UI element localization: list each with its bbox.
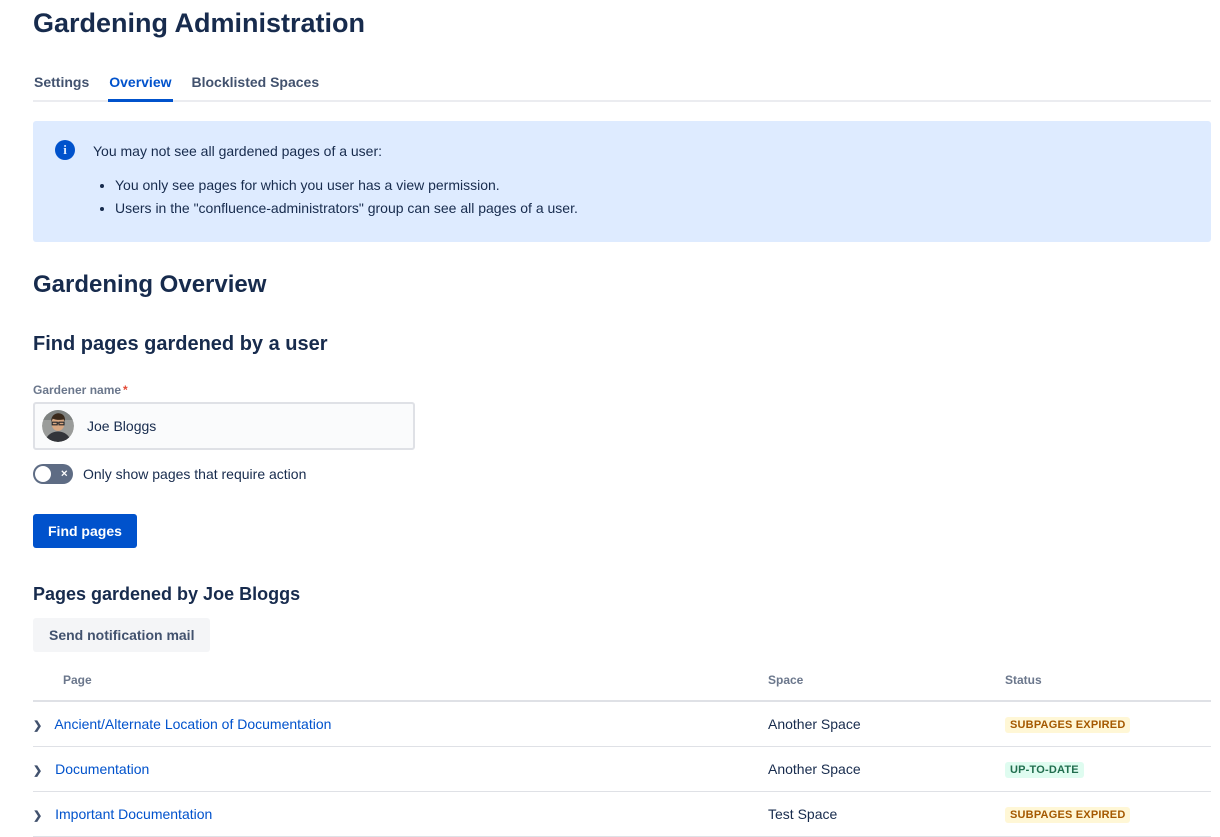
table-row: ❯ Documentation Another Space UP-TO-DATE (33, 746, 1211, 791)
required-asterisk: * (123, 383, 128, 397)
gardened-pages-table: Page Space Status ❯ Ancient/Alternate Lo… (33, 659, 1211, 837)
gardener-name-field[interactable]: Joe Bloggs (33, 402, 415, 450)
table-row: ❯ Important Documentation Test Space SUB… (33, 791, 1211, 836)
expand-chevron-icon[interactable]: ❯ (33, 719, 42, 732)
toggle-knob (35, 466, 51, 482)
require-action-toggle-label: Only show pages that require action (83, 466, 306, 482)
banner-bullet: You only see pages for which you user ha… (115, 175, 578, 195)
expand-chevron-icon[interactable]: ❯ (33, 764, 42, 777)
gardener-name-label-text: Gardener name (33, 383, 121, 397)
toggle-off-icon: ✕ (60, 470, 68, 479)
send-notification-mail-button[interactable]: Send notification mail (33, 618, 210, 652)
info-banner: i You may not see all gardened pages of … (33, 121, 1211, 242)
find-pages-heading: Find pages gardened by a user (33, 333, 1211, 356)
overview-heading: Gardening Overview (33, 271, 1211, 299)
banner-intro: You may not see all gardened pages of a … (93, 141, 578, 161)
require-action-toggle[interactable]: ✕ (33, 464, 73, 484)
column-header-status: Status (1005, 659, 1211, 701)
page-link[interactable]: Ancient/Alternate Location of Documentat… (54, 716, 331, 732)
banner-bullet-list: You only see pages for which you user ha… (93, 175, 578, 218)
gardening-admin-page: Gardening Administration Settings Overvi… (0, 0, 1220, 837)
info-banner-body: You may not see all gardened pages of a … (93, 140, 578, 221)
column-header-space: Space (768, 659, 1005, 701)
space-cell: Another Space (768, 701, 1005, 746)
avatar (42, 410, 74, 442)
page-link[interactable]: Important Documentation (55, 806, 212, 822)
page-link[interactable]: Documentation (55, 761, 149, 777)
tab-settings[interactable]: Settings (33, 74, 90, 102)
tab-overview[interactable]: Overview (108, 74, 172, 102)
status-badge: SUBPAGES EXPIRED (1005, 807, 1130, 823)
tab-blocklisted-spaces[interactable]: Blocklisted Spaces (191, 74, 321, 102)
require-action-toggle-row: ✕ Only show pages that require action (33, 464, 1211, 484)
expand-chevron-icon[interactable]: ❯ (33, 809, 42, 822)
banner-bullet: Users in the "confluence-administrators"… (115, 198, 578, 218)
status-badge: UP-TO-DATE (1005, 762, 1084, 778)
find-pages-button[interactable]: Find pages (33, 514, 137, 548)
info-icon: i (55, 140, 75, 160)
table-header-row: Page Space Status (33, 659, 1211, 701)
status-badge: SUBPAGES EXPIRED (1005, 717, 1130, 733)
page-title: Gardening Administration (33, 8, 1211, 39)
table-row: ❯ Ancient/Alternate Location of Document… (33, 701, 1211, 746)
column-header-page: Page (33, 659, 768, 701)
tab-bar: Settings Overview Blocklisted Spaces (33, 74, 1211, 102)
space-cell: Another Space (768, 746, 1005, 791)
gardener-name-label: Gardener name* (33, 383, 1211, 397)
gardener-name-value: Joe Bloggs (87, 418, 156, 434)
space-cell: Test Space (768, 791, 1005, 836)
results-heading: Pages gardened by Joe Bloggs (33, 584, 1211, 605)
